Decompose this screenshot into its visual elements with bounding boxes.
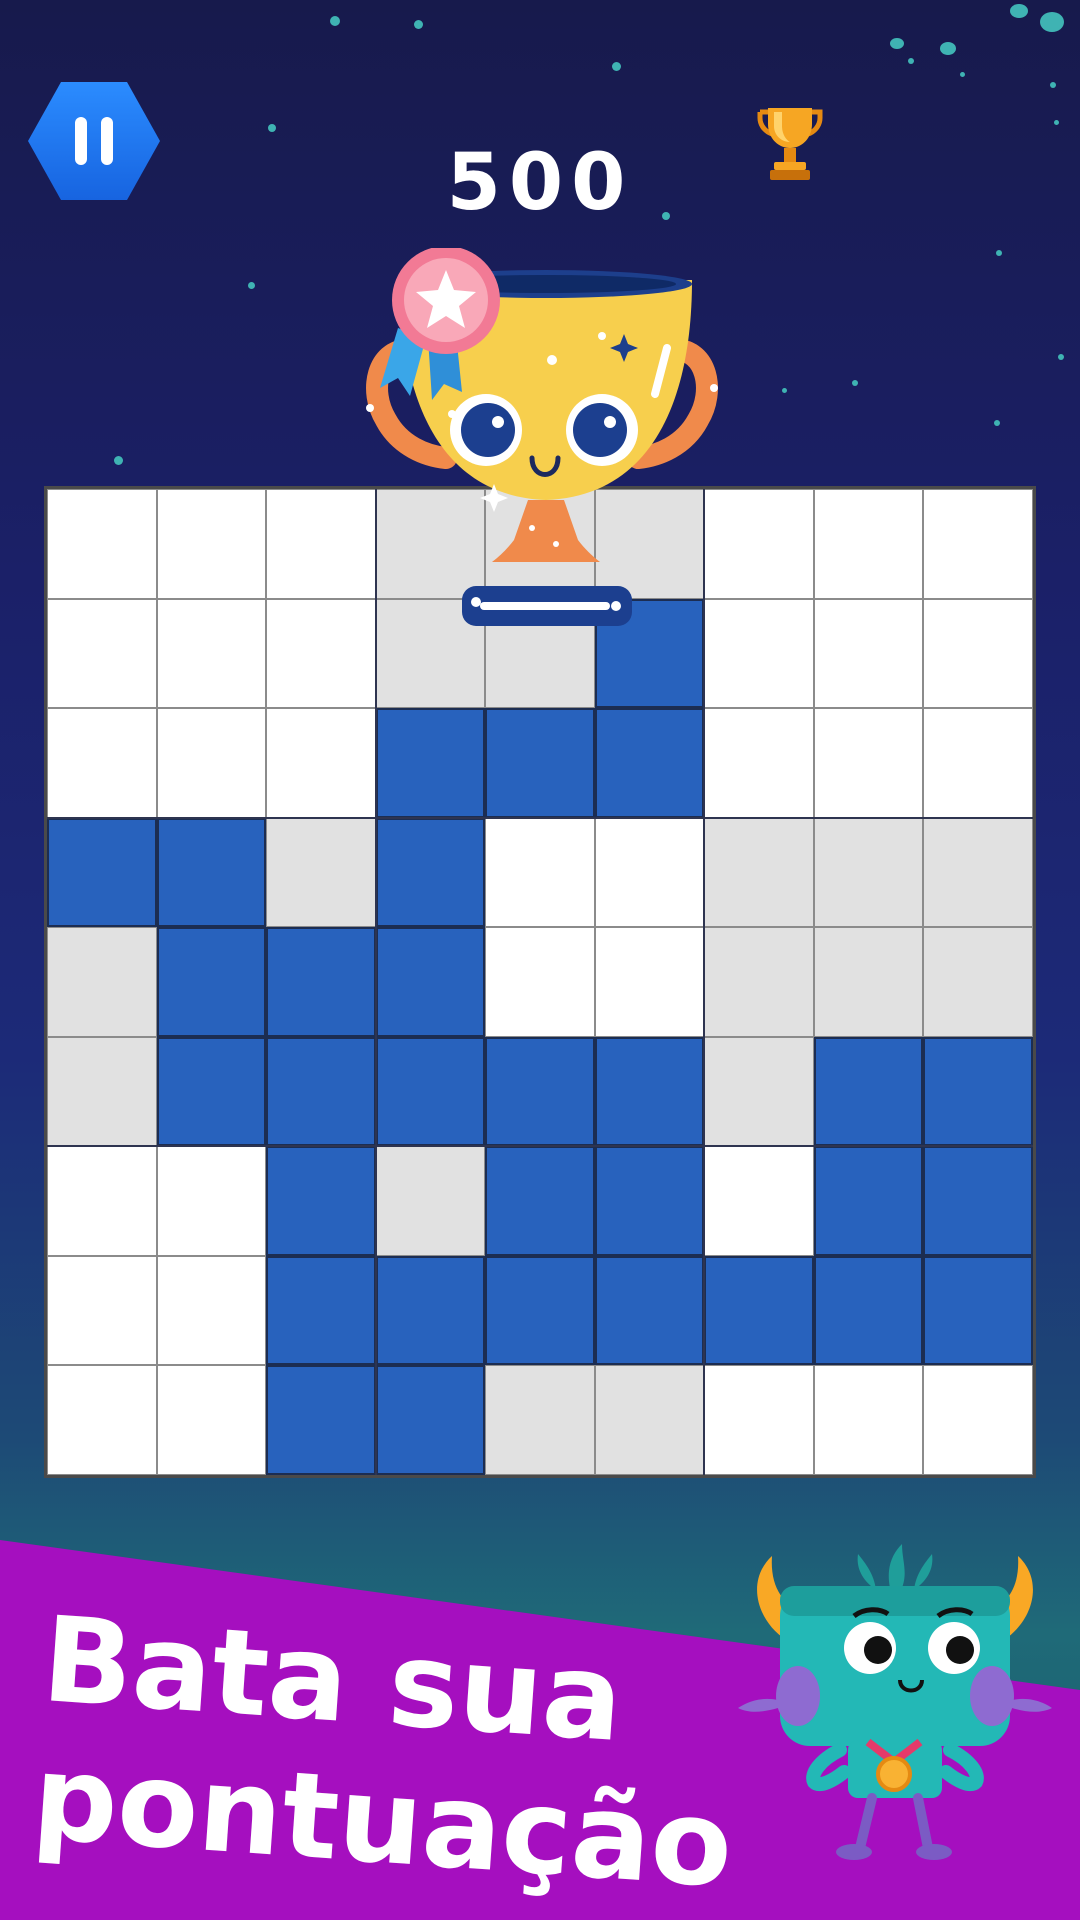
filled-block[interactable] bbox=[375, 1365, 486, 1475]
grid-cell[interactable] bbox=[485, 817, 595, 928]
grid-cell[interactable] bbox=[813, 489, 924, 599]
box-divider bbox=[47, 816, 1033, 819]
grid-cell[interactable] bbox=[704, 708, 814, 818]
grid-cell[interactable] bbox=[156, 489, 267, 599]
grid-cell[interactable] bbox=[47, 708, 157, 818]
filled-block[interactable] bbox=[156, 1036, 267, 1147]
grid-cell[interactable] bbox=[704, 1146, 814, 1256]
grid-cell[interactable] bbox=[47, 489, 157, 599]
grid-cell[interactable] bbox=[156, 1365, 267, 1475]
filled-block[interactable] bbox=[156, 817, 267, 928]
filled-block[interactable] bbox=[485, 1146, 595, 1256]
grid-cell[interactable] bbox=[813, 1365, 924, 1475]
grid-cell[interactable] bbox=[485, 927, 595, 1037]
filled-block[interactable] bbox=[923, 1255, 1033, 1366]
filled-block[interactable] bbox=[266, 1036, 376, 1147]
grid-cell[interactable] bbox=[47, 1365, 157, 1475]
grid-cell[interactable] bbox=[594, 927, 705, 1037]
filled-block[interactable] bbox=[375, 708, 486, 818]
filled-block[interactable] bbox=[923, 1036, 1033, 1147]
promo-caption: Bata sua pontuação bbox=[29, 1590, 737, 1914]
filled-block[interactable] bbox=[375, 1036, 486, 1147]
grid-cell[interactable] bbox=[923, 489, 1033, 599]
filled-block[interactable] bbox=[266, 1146, 376, 1256]
grid-cell[interactable] bbox=[375, 1146, 486, 1256]
grid-cell[interactable] bbox=[594, 1365, 705, 1475]
filled-block[interactable] bbox=[594, 708, 705, 818]
filled-block[interactable] bbox=[156, 927, 267, 1037]
cup-mascot bbox=[366, 248, 718, 626]
grid-cell[interactable] bbox=[704, 817, 814, 928]
grid-cell[interactable] bbox=[813, 598, 924, 709]
grid-cell[interactable] bbox=[923, 927, 1033, 1037]
filled-block[interactable] bbox=[813, 1036, 924, 1147]
filled-block[interactable] bbox=[47, 817, 157, 928]
trophy-icon bbox=[757, 108, 823, 180]
grid-cell[interactable] bbox=[47, 1036, 157, 1147]
filled-block[interactable] bbox=[266, 927, 376, 1037]
filled-block[interactable] bbox=[813, 1255, 924, 1366]
filled-block[interactable] bbox=[813, 1146, 924, 1256]
grid-cell[interactable] bbox=[156, 708, 267, 818]
grid-cell[interactable] bbox=[813, 817, 924, 928]
grid-cell[interactable] bbox=[47, 598, 157, 709]
grid-cell[interactable] bbox=[923, 598, 1033, 709]
filled-block[interactable] bbox=[375, 817, 486, 928]
grid-cell[interactable] bbox=[47, 1255, 157, 1366]
grid-cell[interactable] bbox=[704, 927, 814, 1037]
box-divider bbox=[374, 489, 377, 1475]
grid-cell[interactable] bbox=[156, 1255, 267, 1366]
grid-cell[interactable] bbox=[813, 708, 924, 818]
filled-block[interactable] bbox=[266, 1255, 376, 1366]
grid-cell[interactable] bbox=[704, 1365, 814, 1475]
score-display: 500 bbox=[446, 138, 634, 228]
grid-cell[interactable] bbox=[813, 927, 924, 1037]
grid-cell[interactable] bbox=[485, 1365, 595, 1475]
filled-block[interactable] bbox=[594, 1146, 705, 1256]
grid-cell[interactable] bbox=[594, 817, 705, 928]
filled-block[interactable] bbox=[375, 1255, 486, 1366]
grid-cell[interactable] bbox=[923, 1365, 1033, 1475]
grid-cell[interactable] bbox=[266, 708, 376, 818]
box-divider bbox=[47, 1145, 1033, 1148]
filled-block[interactable] bbox=[485, 708, 595, 818]
filled-block[interactable] bbox=[485, 1036, 595, 1147]
filled-block[interactable] bbox=[594, 1036, 705, 1147]
filled-block[interactable] bbox=[594, 1255, 705, 1366]
monster-mascot bbox=[738, 1544, 1052, 1860]
filled-block[interactable] bbox=[704, 1255, 814, 1366]
grid-cell[interactable] bbox=[923, 708, 1033, 818]
grid-cell[interactable] bbox=[156, 598, 267, 709]
filled-block[interactable] bbox=[923, 1146, 1033, 1256]
grid-cell[interactable] bbox=[266, 817, 376, 928]
grid-cell[interactable] bbox=[47, 927, 157, 1037]
grid-cell[interactable] bbox=[923, 817, 1033, 928]
filled-block[interactable] bbox=[266, 1365, 376, 1475]
grid-cell[interactable] bbox=[704, 1036, 814, 1147]
grid-cell[interactable] bbox=[47, 1146, 157, 1256]
box-divider bbox=[703, 489, 706, 1475]
filled-block[interactable] bbox=[485, 1255, 595, 1366]
filled-block[interactable] bbox=[375, 927, 486, 1037]
grid-cell[interactable] bbox=[156, 1146, 267, 1256]
puzzle-board[interactable] bbox=[44, 486, 1036, 1478]
